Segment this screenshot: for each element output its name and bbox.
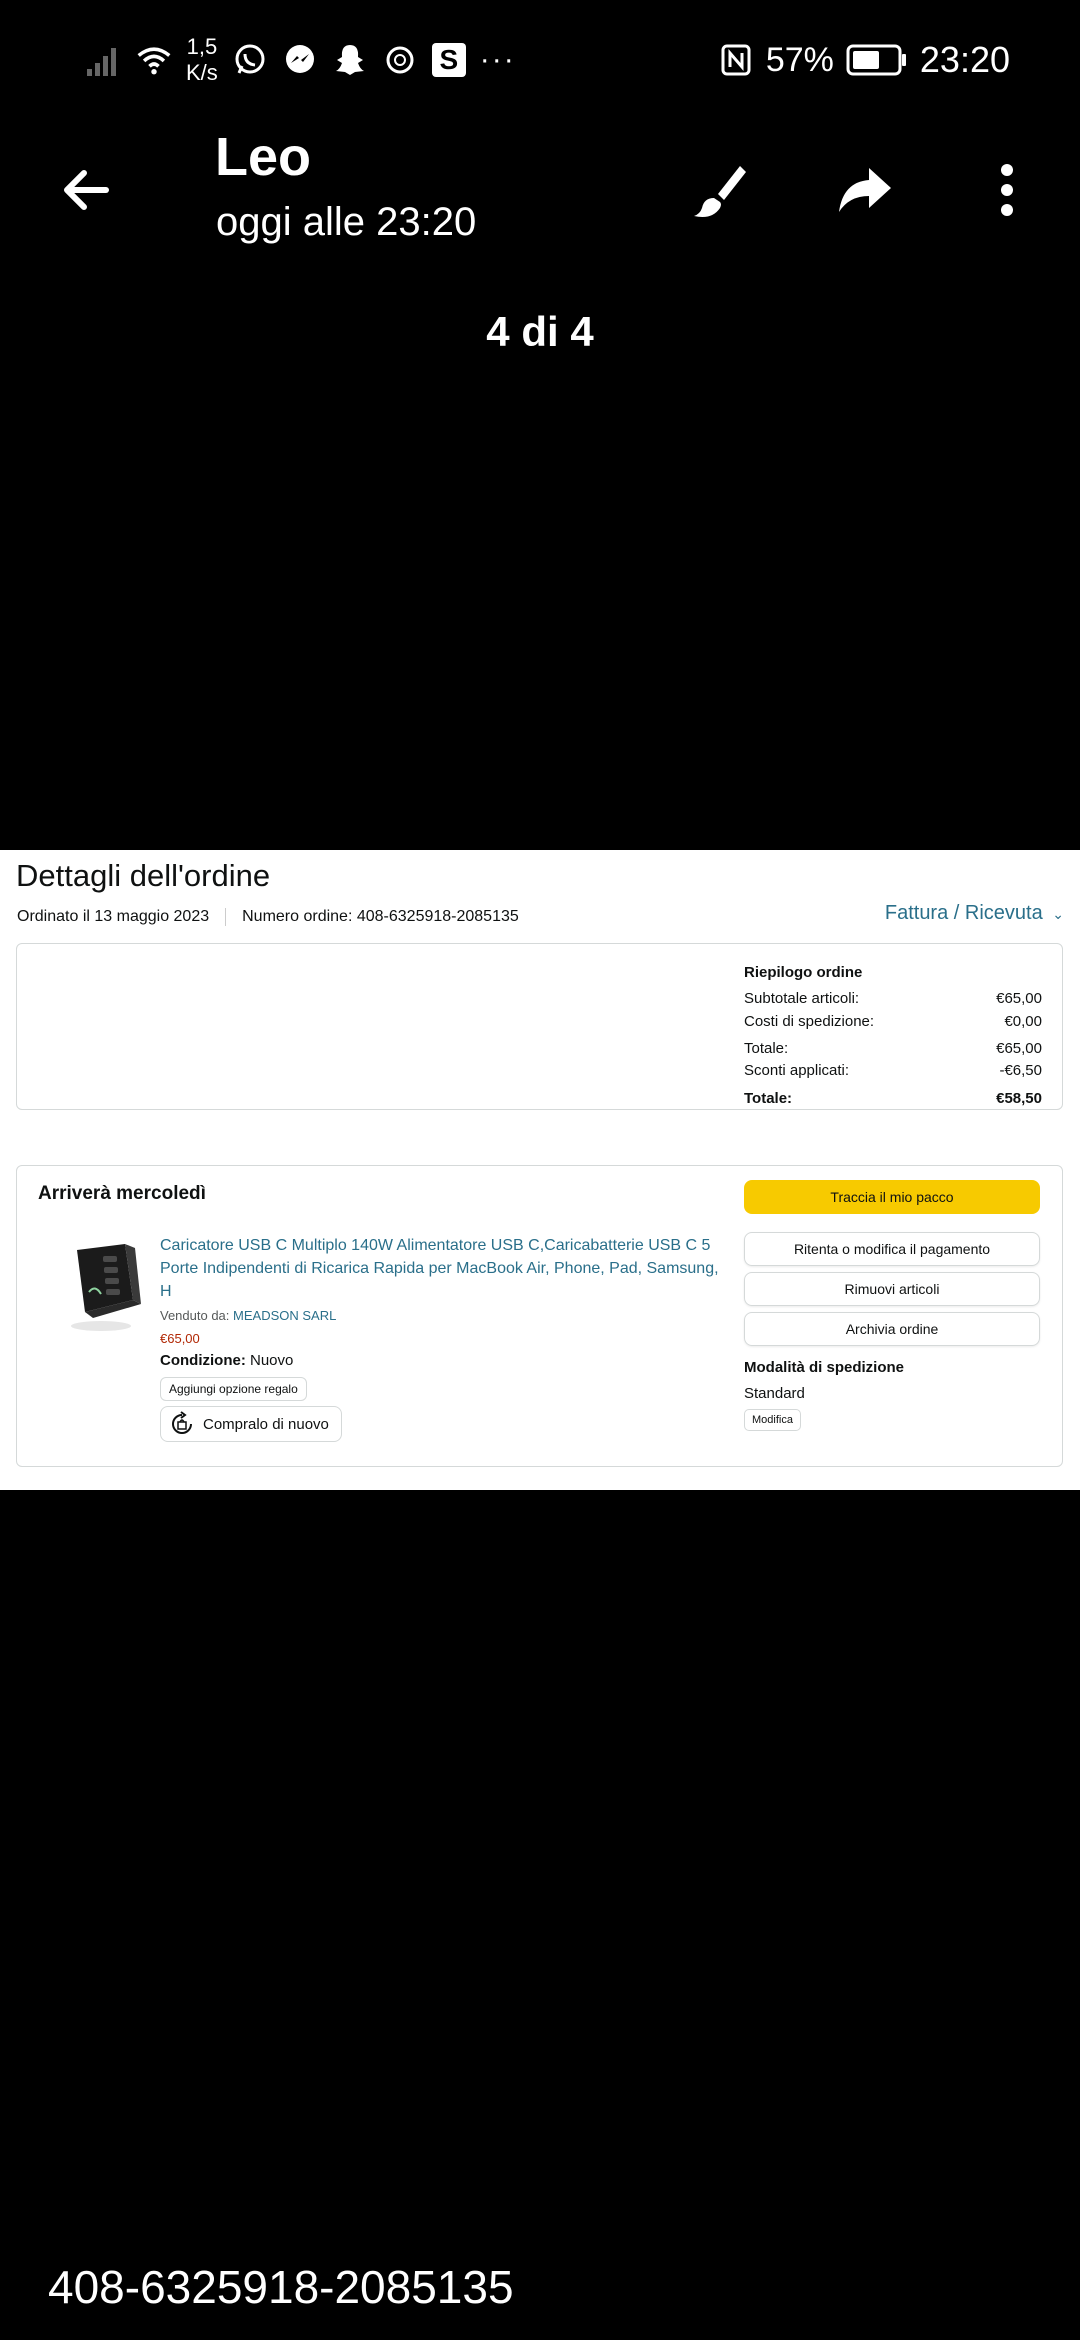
invoice-link[interactable]: Fattura / Ricevuta ⌄ — [885, 902, 1064, 925]
viewer-top-bar: Leo oggi alle 23:20 — [0, 120, 1080, 250]
messenger-icon — [282, 42, 318, 78]
order-date: Ordinato il 13 maggio 2023 — [17, 908, 210, 925]
summary-row-shipping: Costi di spedizione: €0,00 — [744, 1013, 1042, 1030]
summary-row-subtotal: Subtotale articoli: €65,00 — [744, 990, 1042, 1007]
order-number: Numero ordine: 408-6325918-2085135 — [242, 908, 519, 925]
summary-value: -€6,50 — [999, 1062, 1042, 1079]
message-timestamp: oggi alle 23:20 — [216, 200, 477, 244]
edit-shipping-button[interactable]: Modifica — [744, 1409, 801, 1431]
summary-label: Sconti applicati: — [744, 1062, 850, 1079]
network-speed-value: 1,5 — [186, 34, 218, 59]
summary-row-total: Totale: €65,00 — [744, 1040, 1042, 1057]
order-meta: Ordinato il 13 maggio 2023 Numero ordine… — [17, 908, 519, 926]
back-button[interactable] — [50, 155, 120, 225]
image-caption: 408-6325918-2085135 — [48, 2261, 514, 2313]
order-screenshot-image[interactable]: Dettagli dell'ordine Ordinato il 13 magg… — [0, 850, 1080, 1490]
retry-payment-button[interactable]: Ritenta o modifica il pagamento — [744, 1232, 1040, 1266]
more-notifications-icon: ··· — [479, 43, 516, 76]
chatgpt-icon — [382, 42, 418, 78]
status-left-group: 1,5 K/s S ··· — [86, 30, 516, 90]
summary-value: €0,00 — [1004, 1013, 1042, 1030]
network-speed: 1,5 K/s — [186, 34, 218, 86]
summary-heading: Riepilogo ordine — [744, 964, 863, 981]
signal-icon — [86, 42, 122, 78]
brush-icon — [694, 166, 746, 217]
status-right-group: 57% 23:20 — [718, 30, 1010, 90]
battery-percent: 57% — [765, 40, 834, 79]
shipping-mode-value: Standard — [744, 1385, 805, 1402]
battery-icon — [846, 42, 908, 78]
more-options-button[interactable] — [972, 155, 1042, 225]
back-arrow-icon — [64, 170, 109, 210]
whatsapp-icon — [232, 42, 268, 78]
archive-order-button[interactable]: Archivia ordine — [744, 1312, 1040, 1346]
network-speed-unit: K/s — [186, 60, 218, 85]
product-price: €65,00 — [160, 1331, 200, 1346]
meta-divider — [225, 908, 227, 926]
summary-label: Totale: — [744, 1090, 793, 1107]
order-summary-card: Riepilogo ordine Subtotale articoli: €65… — [16, 943, 1063, 1110]
share-arrow-icon — [839, 168, 891, 212]
more-vertical-icon — [1001, 164, 1013, 216]
product-title-link[interactable]: Caricatore USB C Multiplo 140W Alimentat… — [160, 1234, 730, 1303]
seller-info: Venduto da: MEADSON SARL — [160, 1308, 336, 1323]
condition-value: Nuovo — [250, 1352, 294, 1369]
image-counter: 4 di 4 — [486, 308, 594, 355]
remove-items-button[interactable]: Rimuovi articoli — [744, 1272, 1040, 1306]
summary-value: €65,00 — [996, 990, 1042, 1007]
buy-again-button[interactable]: Compralo di nuovo — [160, 1406, 342, 1442]
nfc-icon — [718, 42, 754, 78]
shipment-card: Arriverà mercoledì Caricatore USB C Mult… — [16, 1165, 1063, 1467]
charger-icon — [71, 1244, 141, 1331]
summary-label: Costi di spedizione: — [744, 1013, 875, 1030]
forward-button[interactable] — [830, 155, 900, 225]
status-bar: 1,5 K/s S ··· 57% 23:20 — [0, 0, 1080, 120]
product-image[interactable] — [55, 1234, 147, 1334]
summary-label: Totale: — [744, 1040, 789, 1057]
add-gift-option-button[interactable]: Aggiungi opzione regalo — [160, 1377, 307, 1401]
reorder-icon — [172, 1411, 192, 1434]
seller-name-link[interactable]: MEADSON SARL — [233, 1308, 336, 1323]
wifi-icon — [136, 42, 172, 78]
order-details-title: Dettagli dell'ordine — [16, 858, 271, 893]
condition-label: Condizione: — [160, 1352, 246, 1369]
invoice-link-label: Fattura / Ricevuta — [884, 902, 1043, 924]
shipping-mode-heading: Modalità di spedizione — [744, 1359, 905, 1376]
summary-row-grand-total: Totale: €58,50 — [744, 1090, 1042, 1107]
edit-button[interactable] — [685, 155, 755, 225]
track-package-button[interactable]: Traccia il mio pacco — [744, 1180, 1040, 1214]
chevron-down-icon: ⌄ — [1052, 906, 1064, 922]
sender-name: Leo — [215, 127, 312, 187]
status-clock: 23:20 — [919, 39, 1010, 80]
arrival-heading: Arriverà mercoledì — [38, 1183, 206, 1204]
summary-value: €58,50 — [996, 1090, 1042, 1107]
buy-again-label: Compralo di nuovo — [203, 1415, 329, 1433]
seller-prefix: Venduto da: — [160, 1308, 230, 1323]
summary-label: Subtotale articoli: — [744, 990, 860, 1007]
snapchat-icon — [332, 42, 368, 78]
summary-row-discounts: Sconti applicati: -€6,50 — [744, 1062, 1042, 1079]
s-app-icon: S — [431, 43, 466, 77]
summary-value: €65,00 — [996, 1040, 1042, 1057]
product-condition: Condizione: Nuovo — [160, 1352, 293, 1369]
